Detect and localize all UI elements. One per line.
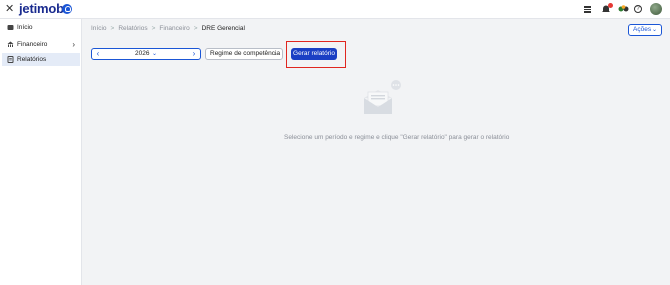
breadcrumb-separator: >	[110, 25, 115, 32]
apps-icon[interactable]	[618, 4, 629, 14]
reports-icon	[7, 56, 14, 63]
sidebar-item-label: Início	[17, 24, 33, 31]
sidebar-item-financeiro[interactable]: Financeiro ›	[2, 38, 80, 51]
breadcrumb-item-relatorios[interactable]: Relatórios	[118, 25, 147, 32]
empty-state-message: Selecione um período e regime e clique "…	[284, 134, 510, 141]
year-value[interactable]: 2026	[135, 49, 149, 59]
sidebar-item-label: Financeiro	[17, 41, 48, 48]
chevron-down-icon: ⌄	[651, 27, 657, 33]
grid-menu-icon[interactable]	[583, 4, 593, 14]
actions-label: Ações	[633, 26, 652, 33]
notifications-icon[interactable]	[601, 3, 613, 14]
finance-icon	[7, 41, 14, 48]
year-picker: ‹ 2026 ⌄ ›	[91, 48, 201, 60]
regime-select[interactable]: Regime de competência ⌄	[205, 48, 283, 60]
sidebar: Início Financeiro › Relatórios	[0, 19, 82, 285]
logo: jetimob	[19, 1, 64, 16]
breadcrumb: Início > Relatórios > Financeiro > DRE Gerenci…	[91, 24, 245, 33]
home-icon	[7, 24, 14, 31]
help-icon[interactable]: ?	[634, 5, 642, 13]
previous-year-button[interactable]: ‹	[93, 49, 103, 59]
empty-state-illustration	[358, 80, 406, 120]
chevron-right-icon: ›	[72, 40, 75, 49]
actions-dropdown-button[interactable]: Ações ⌄	[628, 24, 662, 36]
close-icon[interactable]: ✕	[5, 3, 14, 15]
breadcrumb-separator: >	[151, 25, 156, 32]
sidebar-item-inicio[interactable]: Início	[2, 21, 80, 34]
sidebar-item-relatorios[interactable]: Relatórios	[2, 53, 80, 66]
breadcrumb-separator: >	[193, 25, 198, 32]
sidebar-item-label: Relatórios	[17, 56, 47, 63]
logo-badge-icon	[62, 4, 72, 14]
avatar[interactable]	[650, 3, 662, 15]
next-year-button[interactable]: ›	[189, 49, 199, 59]
generate-report-button[interactable]: Gerar relatório	[291, 48, 337, 60]
top-bar: ✕ jetimob ?	[0, 0, 670, 19]
breadcrumb-item-inicio[interactable]: Início	[91, 25, 107, 32]
chevron-down-icon: ⌄	[272, 51, 278, 57]
breadcrumb-current: DRE Gerencial	[201, 25, 245, 32]
regime-value: Regime de competência	[210, 50, 281, 57]
chevron-down-icon[interactable]: ⌄	[152, 49, 157, 59]
breadcrumb-item-financeiro[interactable]: Financeiro	[159, 25, 189, 32]
notification-badge	[608, 3, 613, 8]
